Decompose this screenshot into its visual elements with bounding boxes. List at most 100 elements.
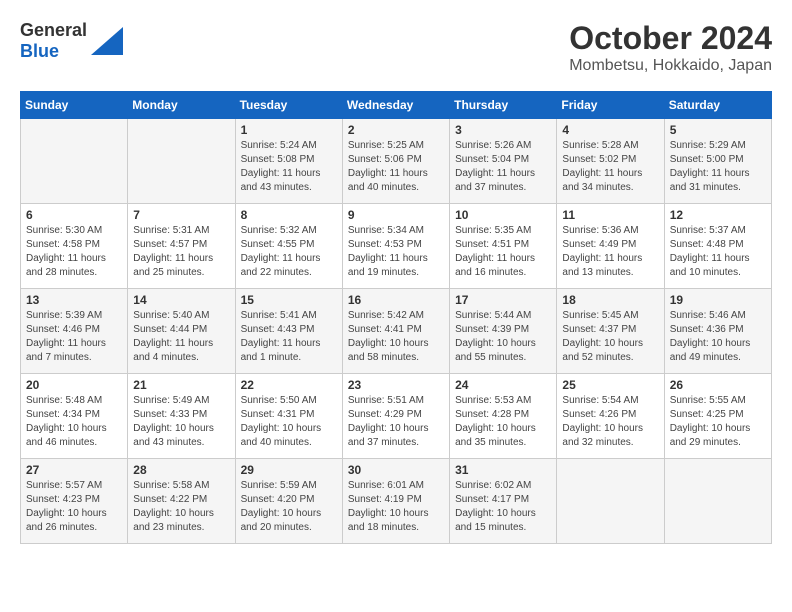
day-number: 22 — [241, 378, 337, 392]
day-info: Sunrise: 5:36 AM Sunset: 4:49 PM Dayligh… — [562, 224, 658, 280]
calendar-cell: 4Sunrise: 5:28 AM Sunset: 5:02 PM Daylig… — [557, 119, 664, 204]
day-number: 15 — [241, 293, 337, 307]
calendar-cell — [664, 459, 771, 544]
day-info: Sunrise: 5:50 AM Sunset: 4:31 PM Dayligh… — [241, 394, 337, 450]
day-info: Sunrise: 5:24 AM Sunset: 5:08 PM Dayligh… — [241, 139, 337, 195]
day-info: Sunrise: 5:45 AM Sunset: 4:37 PM Dayligh… — [562, 309, 658, 365]
day-info: Sunrise: 5:57 AM Sunset: 4:23 PM Dayligh… — [26, 479, 122, 535]
day-number: 7 — [133, 208, 229, 222]
day-info: Sunrise: 5:37 AM Sunset: 4:48 PM Dayligh… — [670, 224, 766, 280]
calendar-cell: 31Sunrise: 6:02 AM Sunset: 4:17 PM Dayli… — [450, 459, 557, 544]
day-number: 1 — [241, 123, 337, 137]
calendar-cell: 16Sunrise: 5:42 AM Sunset: 4:41 PM Dayli… — [342, 289, 449, 374]
calendar-cell: 1 Sunrise: 5:24 AM Sunset: 5:08 PM Daylig… — [235, 119, 342, 204]
logo-icon — [91, 27, 123, 55]
day-info: Sunrise: 5:30 AM Sunset: 4:58 PM Dayligh… — [26, 224, 122, 280]
day-info: Sunrise: 5:44 AM Sunset: 4:39 PM Dayligh… — [455, 309, 551, 365]
day-number: 24 — [455, 378, 551, 392]
month-title: October 2024 — [569, 20, 772, 57]
day-number: 12 — [670, 208, 766, 222]
day-info: Sunrise: 5:48 AM Sunset: 4:34 PM Dayligh… — [26, 394, 122, 450]
title-block: October 2024 Mombetsu, Hokkaido, Japan — [569, 20, 772, 75]
calendar-cell: 19 Sunrise: 5:46 AM Sunset: 4:36 PM Dayli… — [664, 289, 771, 374]
col-header-thursday: Thursday — [450, 92, 557, 119]
day-info: Sunrise: 6:01 AM Sunset: 4:19 PM Dayligh… — [348, 479, 444, 535]
calendar-cell: 3Sunrise: 5:26 AM Sunset: 5:04 PM Daylig… — [450, 119, 557, 204]
col-header-friday: Friday — [557, 92, 664, 119]
day-number: 18 — [562, 293, 658, 307]
calendar-cell: 29Sunrise: 5:59 AM Sunset: 4:20 PM Dayli… — [235, 459, 342, 544]
day-number: 5 — [670, 123, 766, 137]
page-header: General Blue October 2024 Mombetsu, Hokk… — [20, 20, 772, 75]
day-number: 27 — [26, 463, 122, 477]
calendar-cell: 17Sunrise: 5:44 AM Sunset: 4:39 PM Dayli… — [450, 289, 557, 374]
calendar-cell: 2Sunrise: 5:25 AM Sunset: 5:06 PM Daylig… — [342, 119, 449, 204]
day-number: 21 — [133, 378, 229, 392]
logo-general: General — [20, 20, 87, 40]
calendar-cell: 26Sunrise: 5:55 AM Sunset: 4:25 PM Dayli… — [664, 374, 771, 459]
day-info: Sunrise: 6:02 AM Sunset: 4:17 PM Dayligh… — [455, 479, 551, 535]
day-number: 8 — [241, 208, 337, 222]
day-number: 11 — [562, 208, 658, 222]
day-number: 29 — [241, 463, 337, 477]
day-info: Sunrise: 5:46 AM Sunset: 4:36 PM Dayligh… — [670, 309, 766, 365]
week-row-5: 27 Sunrise: 5:57 AM Sunset: 4:23 PM Dayli… — [21, 459, 772, 544]
calendar-cell: 9Sunrise: 5:34 AM Sunset: 4:53 PM Daylig… — [342, 204, 449, 289]
day-info: Sunrise: 5:32 AM Sunset: 4:55 PM Dayligh… — [241, 224, 337, 280]
calendar-cell: 11 Sunrise: 5:36 AM Sunset: 4:49 PM Dayli… — [557, 204, 664, 289]
day-number: 9 — [348, 208, 444, 222]
day-info: Sunrise: 5:54 AM Sunset: 4:26 PM Dayligh… — [562, 394, 658, 450]
day-info: Sunrise: 5:35 AM Sunset: 4:51 PM Dayligh… — [455, 224, 551, 280]
day-number: 30 — [348, 463, 444, 477]
col-header-tuesday: Tuesday — [235, 92, 342, 119]
calendar-cell: 8 Sunrise: 5:32 AM Sunset: 4:55 PM Daylig… — [235, 204, 342, 289]
calendar-cell: 21 Sunrise: 5:49 AM Sunset: 4:33 PM Dayli… — [128, 374, 235, 459]
calendar-cell: 15 Sunrise: 5:41 AM Sunset: 4:43 PM Dayli… — [235, 289, 342, 374]
calendar-cell: 13 Sunrise: 5:39 AM Sunset: 4:46 PM Dayli… — [21, 289, 128, 374]
day-number: 20 — [26, 378, 122, 392]
calendar-cell: 20 Sunrise: 5:48 AM Sunset: 4:34 PM Dayli… — [21, 374, 128, 459]
day-number: 16 — [348, 293, 444, 307]
location-title: Mombetsu, Hokkaido, Japan — [569, 57, 772, 75]
col-header-monday: Monday — [128, 92, 235, 119]
day-number: 3 — [455, 123, 551, 137]
logo: General Blue — [20, 20, 123, 62]
calendar-cell: 6 Sunrise: 5:30 AM Sunset: 4:58 PM Daylig… — [21, 204, 128, 289]
day-info: Sunrise: 5:28 AM Sunset: 5:02 PM Dayligh… — [562, 139, 658, 195]
calendar-cell: 25Sunrise: 5:54 AM Sunset: 4:26 PM Dayli… — [557, 374, 664, 459]
day-info: Sunrise: 5:49 AM Sunset: 4:33 PM Dayligh… — [133, 394, 229, 450]
day-info: Sunrise: 5:51 AM Sunset: 4:29 PM Dayligh… — [348, 394, 444, 450]
day-number: 14 — [133, 293, 229, 307]
week-row-3: 13 Sunrise: 5:39 AM Sunset: 4:46 PM Dayli… — [21, 289, 772, 374]
calendar-cell — [557, 459, 664, 544]
calendar-cell: 5 Sunrise: 5:29 AM Sunset: 5:00 PM Daylig… — [664, 119, 771, 204]
day-info: Sunrise: 5:58 AM Sunset: 4:22 PM Dayligh… — [133, 479, 229, 535]
calendar-cell — [128, 119, 235, 204]
calendar-cell: 24 Sunrise: 5:53 AM Sunset: 4:28 PM Dayli… — [450, 374, 557, 459]
logo-blue: Blue — [20, 41, 59, 61]
day-number: 28 — [133, 463, 229, 477]
day-number: 26 — [670, 378, 766, 392]
day-info: Sunrise: 5:40 AM Sunset: 4:44 PM Dayligh… — [133, 309, 229, 365]
calendar-cell: 10Sunrise: 5:35 AM Sunset: 4:51 PM Dayli… — [450, 204, 557, 289]
col-header-wednesday: Wednesday — [342, 92, 449, 119]
week-row-2: 6 Sunrise: 5:30 AM Sunset: 4:58 PM Daylig… — [21, 204, 772, 289]
logo-text: General Blue — [20, 20, 87, 62]
day-number: 13 — [26, 293, 122, 307]
calendar-cell — [21, 119, 128, 204]
day-info: Sunrise: 5:53 AM Sunset: 4:28 PM Dayligh… — [455, 394, 551, 450]
calendar-cell: 22 Sunrise: 5:50 AM Sunset: 4:31 PM Dayli… — [235, 374, 342, 459]
calendar-cell: 7Sunrise: 5:31 AM Sunset: 4:57 PM Daylig… — [128, 204, 235, 289]
day-info: Sunrise: 5:39 AM Sunset: 4:46 PM Dayligh… — [26, 309, 122, 365]
day-info: Sunrise: 5:29 AM Sunset: 5:00 PM Dayligh… — [670, 139, 766, 195]
day-number: 6 — [26, 208, 122, 222]
day-info: Sunrise: 5:25 AM Sunset: 5:06 PM Dayligh… — [348, 139, 444, 195]
day-info: Sunrise: 5:41 AM Sunset: 4:43 PM Dayligh… — [241, 309, 337, 365]
day-number: 19 — [670, 293, 766, 307]
week-row-1: 1 Sunrise: 5:24 AM Sunset: 5:08 PM Daylig… — [21, 119, 772, 204]
calendar-cell: 28 Sunrise: 5:58 AM Sunset: 4:22 PM Dayli… — [128, 459, 235, 544]
calendar-cell: 18 Sunrise: 5:45 AM Sunset: 4:37 PM Dayli… — [557, 289, 664, 374]
day-number: 23 — [348, 378, 444, 392]
week-row-4: 20 Sunrise: 5:48 AM Sunset: 4:34 PM Dayli… — [21, 374, 772, 459]
col-header-sunday: Sunday — [21, 92, 128, 119]
